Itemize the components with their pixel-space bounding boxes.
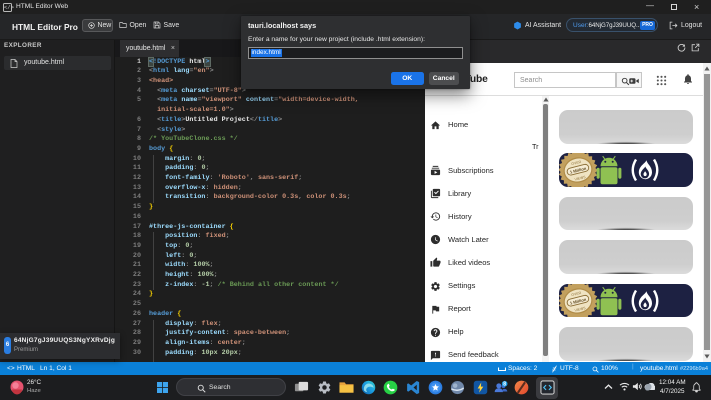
svg-text:8: 8 bbox=[503, 382, 506, 388]
